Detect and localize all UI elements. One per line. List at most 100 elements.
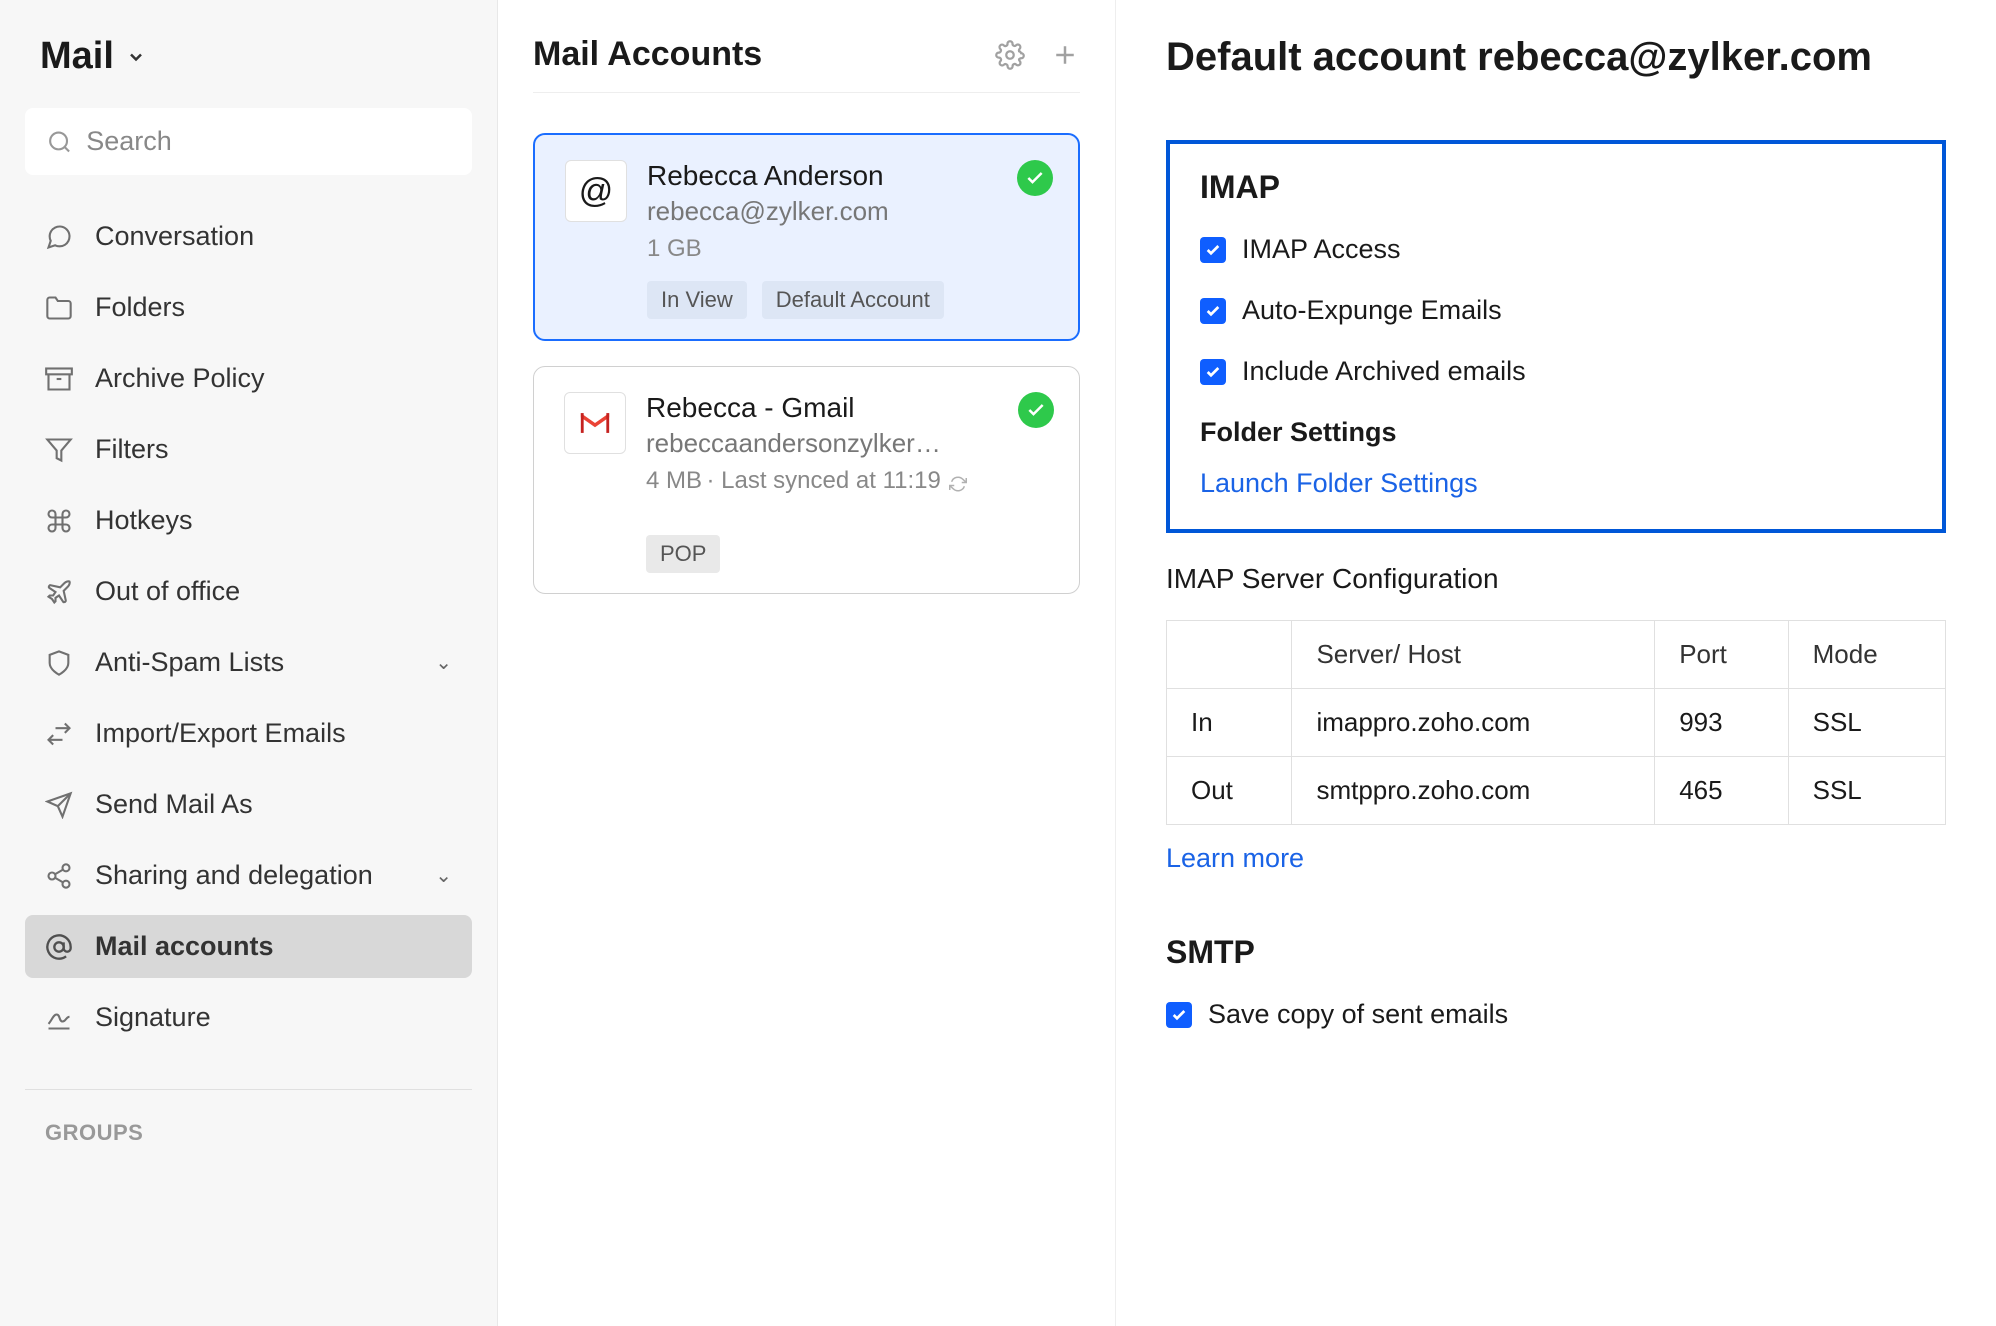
server-config-table: Server/ Host Port Mode In imappro.zoho.c…	[1166, 620, 1946, 825]
th-server: Server/ Host	[1292, 621, 1655, 689]
send-icon	[45, 791, 73, 819]
learn-more-link[interactable]: Learn more	[1166, 843, 1304, 873]
checkbox-save-sent[interactable]: Save copy of sent emails	[1166, 999, 1946, 1030]
account-email: rebeccaandersonzylker@g…	[646, 428, 946, 459]
at-avatar-icon: @	[565, 160, 627, 222]
filter-icon	[45, 436, 73, 464]
nav-item-conversation[interactable]: Conversation	[25, 205, 472, 268]
nav-label: Anti-Spam Lists	[95, 647, 284, 678]
checkbox-auto-expunge[interactable]: Auto-Expunge Emails	[1200, 295, 1912, 326]
search-input[interactable]	[86, 126, 450, 157]
accounts-header: Mail Accounts	[533, 35, 1080, 93]
last-synced: Last synced at 11:19	[721, 467, 941, 494]
cell-host: smtppro.zoho.com	[1292, 757, 1655, 825]
checkbox-icon	[1200, 237, 1226, 263]
accounts-title: Mail Accounts	[533, 35, 970, 74]
sidebar-header[interactable]: Mail	[25, 35, 472, 78]
checkbox-imap-access[interactable]: IMAP Access	[1200, 234, 1912, 265]
account-name: Rebecca Anderson	[647, 160, 1048, 192]
launch-folder-settings-link[interactable]: Launch Folder Settings	[1200, 468, 1478, 498]
th-port: Port	[1655, 621, 1788, 689]
share-icon	[45, 862, 73, 890]
plus-icon[interactable]	[1050, 40, 1080, 70]
check-badge-icon	[1017, 160, 1053, 196]
tag-default: Default Account	[762, 281, 944, 319]
check-badge-icon	[1018, 392, 1054, 428]
page-title: Default account rebecca@zylker.com	[1166, 35, 1946, 80]
sidebar-title: Mail	[40, 35, 114, 78]
signature-icon	[45, 1004, 73, 1032]
refresh-icon[interactable]	[949, 475, 967, 493]
checkbox-icon	[1200, 298, 1226, 324]
table-row-in: In imappro.zoho.com 993 SSL	[1167, 689, 1946, 757]
nav-item-anti-spam[interactable]: Anti-Spam Lists ⌄	[25, 631, 472, 694]
checkbox-include-archived[interactable]: Include Archived emails	[1200, 356, 1912, 387]
nav-label: Filters	[95, 434, 169, 465]
groups-header: GROUPS	[25, 1089, 472, 1146]
account-name: Rebecca - Gmail	[646, 392, 1049, 424]
nav-item-archive-policy[interactable]: Archive Policy	[25, 347, 472, 410]
chat-icon	[45, 223, 73, 251]
nav-label: Archive Policy	[95, 363, 265, 394]
account-card-gmail[interactable]: Rebecca - Gmail rebeccaandersonzylker@g……	[533, 366, 1080, 594]
nav-item-filters[interactable]: Filters	[25, 418, 472, 481]
account-size: 1 GB	[647, 235, 1048, 263]
imap-heading: IMAP	[1200, 169, 1912, 206]
tag-in-view: In View	[647, 281, 747, 319]
checkbox-label: Auto-Expunge Emails	[1242, 295, 1502, 326]
search-icon	[47, 128, 72, 156]
nav-item-sharing[interactable]: Sharing and delegation ⌄	[25, 844, 472, 907]
nav-list: Conversation Folders Archive Policy Filt…	[25, 205, 472, 1049]
plane-icon	[45, 578, 73, 606]
nav-item-signature[interactable]: Signature	[25, 986, 472, 1049]
imap-highlight-box: IMAP IMAP Access Auto-Expunge Emails Inc…	[1166, 140, 1946, 533]
cell-port: 993	[1655, 689, 1788, 757]
cell-mode: SSL	[1788, 689, 1945, 757]
main-panel: Default account rebecca@zylker.com IMAP …	[1116, 0, 1996, 1326]
checkbox-label: Include Archived emails	[1242, 356, 1526, 387]
account-email: rebecca@zylker.com	[647, 196, 947, 227]
at-icon	[45, 933, 73, 961]
nav-label: Mail accounts	[95, 931, 274, 962]
nav-item-import-export[interactable]: Import/Export Emails	[25, 702, 472, 765]
expand-icon: ⌄	[435, 863, 452, 888]
nav-item-out-of-office[interactable]: Out of office	[25, 560, 472, 623]
cell-port: 465	[1655, 757, 1788, 825]
table-row-out: Out smtppro.zoho.com 465 SSL	[1167, 757, 1946, 825]
cell-dir: In	[1167, 689, 1292, 757]
checkbox-icon	[1166, 1002, 1192, 1028]
nav-item-send-mail-as[interactable]: Send Mail As	[25, 773, 472, 836]
cell-host: imappro.zoho.com	[1292, 689, 1655, 757]
nav-item-hotkeys[interactable]: Hotkeys	[25, 489, 472, 552]
folder-settings-heading: Folder Settings	[1200, 417, 1912, 448]
cell-mode: SSL	[1788, 757, 1945, 825]
nav-label: Signature	[95, 1002, 211, 1033]
checkbox-label: Save copy of sent emails	[1208, 999, 1508, 1030]
accounts-panel: Mail Accounts @ Rebecca Anderson rebecca…	[498, 0, 1116, 1326]
shield-icon	[45, 649, 73, 677]
sidebar: Mail Conversation Folders Archive Policy…	[0, 0, 498, 1326]
gear-icon[interactable]	[995, 40, 1025, 70]
nav-item-mail-accounts[interactable]: Mail accounts	[25, 915, 472, 978]
nav-label: Conversation	[95, 221, 254, 252]
tag-pop: POP	[646, 535, 720, 573]
nav-label: Out of office	[95, 576, 240, 607]
th-blank	[1167, 621, 1292, 689]
account-card-default[interactable]: @ Rebecca Anderson rebecca@zylker.com 1 …	[533, 133, 1080, 341]
archive-icon	[45, 365, 73, 393]
nav-label: Hotkeys	[95, 505, 193, 536]
nav-label: Folders	[95, 292, 185, 323]
server-config-heading: IMAP Server Configuration	[1166, 563, 1946, 595]
table-header-row: Server/ Host Port Mode	[1167, 621, 1946, 689]
nav-label: Sharing and delegation	[95, 860, 373, 891]
search-box[interactable]	[25, 108, 472, 175]
checkbox-icon	[1200, 359, 1226, 385]
nav-item-folders[interactable]: Folders	[25, 276, 472, 339]
gmail-avatar-icon	[564, 392, 626, 454]
dot: ·	[706, 467, 721, 494]
expand-icon: ⌄	[435, 650, 452, 675]
cell-dir: Out	[1167, 757, 1292, 825]
checkbox-label: IMAP Access	[1242, 234, 1401, 265]
nav-label: Import/Export Emails	[95, 718, 346, 749]
chevron-down-icon	[126, 47, 146, 67]
